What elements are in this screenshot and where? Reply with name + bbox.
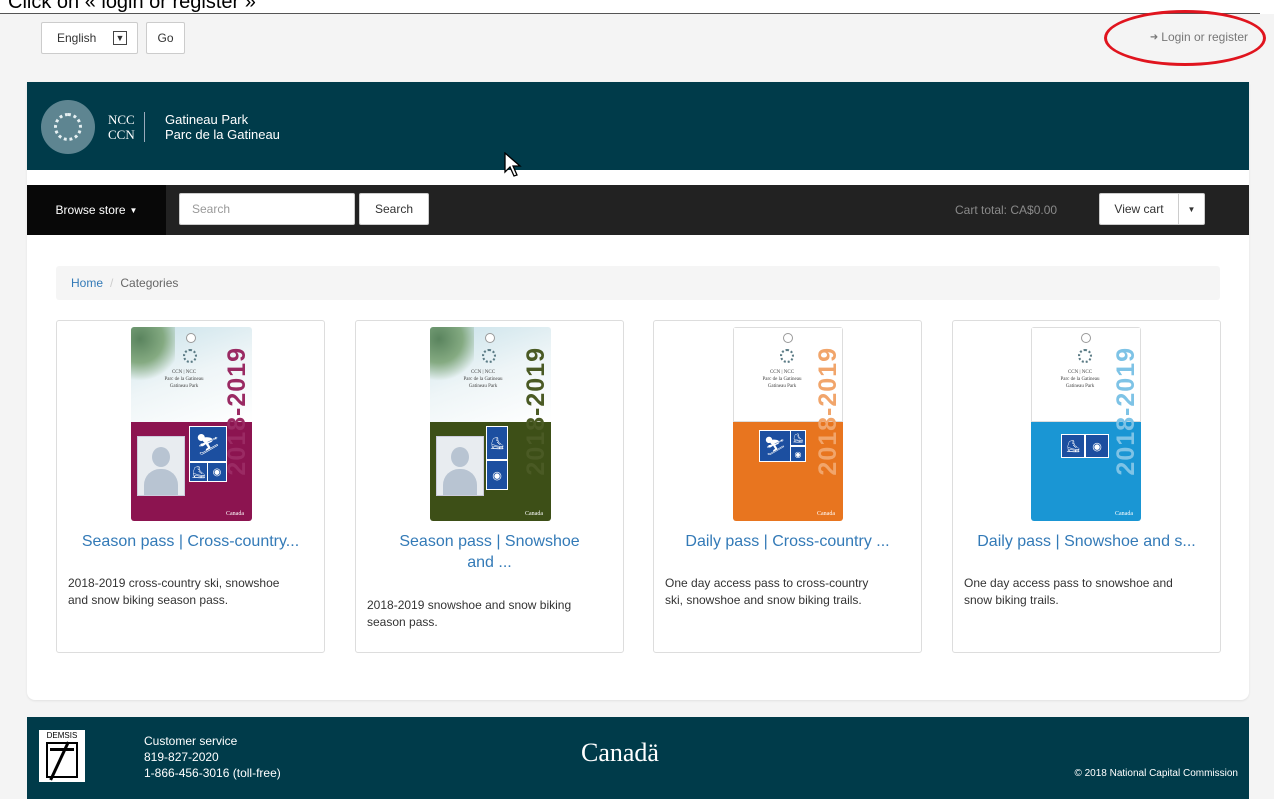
snowshoe-icon: ⛸ <box>790 430 806 446</box>
park-name-fr: Parc de la Gatineau <box>165 127 280 142</box>
caret-down-icon: ▼ <box>129 205 138 215</box>
pass-image[interactable]: CCN | NCC Parc de la Gatineau Gatineau P… <box>131 327 252 521</box>
bike-icon: ◉ <box>1085 434 1109 458</box>
product-description: 2018-2019 cross-country ski, snowshoe an… <box>68 576 280 607</box>
product-card[interactable]: CCN | NCC Parc de la Gatineau Gatineau P… <box>952 320 1221 653</box>
product-description: 2018-2019 snowshoe and snow biking seaso… <box>367 598 572 629</box>
breadcrumb-current: Categories <box>120 276 179 290</box>
cart-total: Cart total: CA$0.00 <box>955 203 1057 217</box>
ski-icon: ⛷ <box>189 426 227 462</box>
demsis-label: DEMSIS <box>46 731 78 740</box>
product-description: One day access pass to snowshoe and snow… <box>964 576 1173 607</box>
browse-store-label: Browse store <box>55 203 126 217</box>
ncc-logo[interactable] <box>41 100 95 154</box>
ncc-emblem-icon <box>183 349 197 363</box>
product-card[interactable]: CCN | NCC Parc de la Gatineau Gatineau P… <box>653 320 922 653</box>
go-button[interactable]: Go <box>146 22 185 54</box>
pass-park-text: CCN | NCC Parc de la Gatineau Gatineau P… <box>1060 370 1100 389</box>
breadcrumb-home-link[interactable]: Home <box>71 276 103 290</box>
top-bar <box>0 14 1274 66</box>
language-select-value: English <box>57 31 97 45</box>
caret-down-icon: ▼ <box>1187 204 1196 214</box>
ncc-text: NCC <box>108 112 135 127</box>
ncc-emblem-icon <box>1078 349 1092 363</box>
chevron-down-icon: ▼ <box>113 31 127 45</box>
portrait-placeholder-icon <box>137 436 185 496</box>
ncc-logo-icon <box>54 113 82 141</box>
product-title-link[interactable]: Daily pass | Cross-country ... <box>662 531 913 552</box>
pass-years: 2018-2019 <box>522 347 550 476</box>
product-title-link[interactable]: Season pass | Snowshoe and ... <box>364 531 615 573</box>
pass-years: 2018-2019 <box>223 347 251 476</box>
pass-image[interactable]: CCN | NCC Parc de la Gatineau Gatineau P… <box>430 327 551 521</box>
cart-total-label: Cart total: <box>955 203 1008 217</box>
demsis-logo[interactable]: DEMSIS <box>39 730 85 782</box>
pass-park-text: CCN | NCC Parc de la Gatineau Gatineau P… <box>762 370 802 389</box>
canada-wordmark: Canadä <box>581 738 659 767</box>
customer-service-phone: 819-827-2020 <box>144 750 219 764</box>
pass-image[interactable]: CCN | NCC Parc de la Gatineau Gatineau P… <box>733 327 843 521</box>
copyright-text: © 2018 National Capital Commission <box>1074 768 1238 779</box>
pass-image[interactable]: CCN | NCC Parc de la Gatineau Gatineau P… <box>1031 327 1141 521</box>
language-select[interactable]: English ▼ <box>41 22 138 54</box>
ncc-emblem-icon <box>482 349 496 363</box>
product-card[interactable]: CCN | NCC Parc de la Gatineau Gatineau P… <box>56 320 325 653</box>
snowshoe-icon: ⛸ <box>189 462 208 482</box>
ncc-acronyms: NCC CCN <box>108 112 145 142</box>
cart-total-value: CA$0.00 <box>1010 203 1058 217</box>
product-title-link[interactable]: Daily pass | Snowshoe and s... <box>961 531 1212 552</box>
view-cart-button[interactable]: View cart <box>1099 193 1179 225</box>
search-button[interactable]: Search <box>359 193 429 225</box>
customer-service-label: Customer service <box>144 734 238 748</box>
cart-dropdown-toggle[interactable]: ▼ <box>1179 193 1205 225</box>
browse-store-dropdown[interactable]: Browse store ▼ <box>27 185 166 235</box>
breadcrumb-separator: / <box>110 276 114 290</box>
park-name: Gatineau Park Parc de la Gatineau <box>165 112 280 142</box>
product-title-link[interactable]: Season pass | Cross-country... <box>65 531 316 552</box>
park-name-en: Gatineau Park <box>165 112 249 127</box>
highlight-circle <box>1104 10 1266 66</box>
product-description: One day access pass to cross-country ski… <box>665 576 869 607</box>
snowshoe-icon: ⛸ <box>486 426 508 460</box>
breadcrumb: Home / Categories <box>56 266 1220 300</box>
ccn-text: CCN <box>108 127 135 142</box>
mouse-cursor-icon <box>504 152 522 177</box>
pass-years: 2018-2019 <box>814 347 842 476</box>
pass-years: 2018-2019 <box>1112 347 1140 476</box>
demsis-logo-icon <box>46 741 78 781</box>
bike-icon: ◉ <box>790 446 806 462</box>
product-card[interactable]: CCN | NCC Parc de la Gatineau Gatineau P… <box>355 320 624 653</box>
customer-service-tollfree: 1-866-456-3016 (toll-free) <box>144 766 281 780</box>
snowshoe-icon: ⛸ <box>1061 434 1085 458</box>
pass-park-text: CCN | NCC Parc de la Gatineau Gatineau P… <box>164 370 204 389</box>
portrait-placeholder-icon <box>436 436 484 496</box>
search-input[interactable] <box>179 193 355 225</box>
ski-icon: ⛷ <box>759 430 791 462</box>
customer-service-info: Customer service 819-827-2020 1-866-456-… <box>144 733 281 781</box>
ncc-emblem-icon <box>780 349 794 363</box>
bike-icon: ◉ <box>486 460 508 490</box>
pass-park-text: CCN | NCC Parc de la Gatineau Gatineau P… <box>463 370 503 389</box>
